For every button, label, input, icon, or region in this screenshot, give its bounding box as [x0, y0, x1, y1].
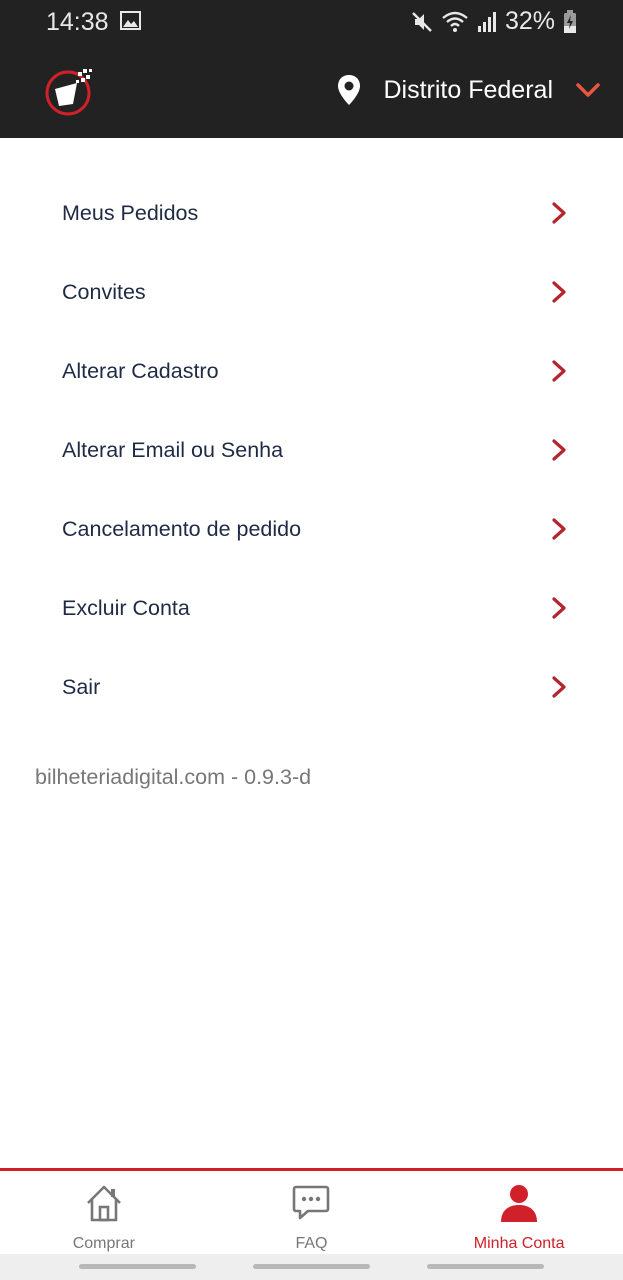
chevron-right-icon	[552, 518, 566, 540]
wifi-icon	[442, 11, 468, 32]
status-time: 14:38	[46, 8, 109, 36]
menu-item-label: Convites	[62, 280, 146, 304]
app-header: Distrito Federal	[0, 46, 623, 138]
location-pin-icon	[337, 75, 360, 105]
tab-faq[interactable]: FAQ	[208, 1171, 416, 1254]
chevron-right-icon	[552, 360, 566, 382]
nav-back-button[interactable]	[427, 1264, 544, 1269]
chevron-down-icon	[576, 83, 600, 97]
bottom-tab-bar: Comprar FAQ Minha Conta	[0, 1168, 623, 1254]
menu-item-label: Alterar Email ou Senha	[62, 438, 284, 462]
menu-item-label: Cancelamento de pedido	[62, 517, 302, 541]
home-icon	[86, 1185, 121, 1222]
logo[interactable]	[42, 66, 96, 116]
app-version: bilheteriadigital.com - 0.9.3-d	[35, 765, 312, 789]
gallery-icon	[120, 11, 141, 30]
nav-home-button[interactable]	[253, 1264, 370, 1269]
status-bar: 14:38 32%	[0, 0, 623, 46]
person-icon	[501, 1185, 538, 1222]
account-menu: Meus Pedidos Convites Alterar Cadastro A…	[0, 174, 623, 727]
tab-label: FAQ	[295, 1235, 328, 1252]
chat-icon	[293, 1185, 330, 1220]
battery-charging-icon	[564, 9, 576, 33]
menu-item-meus-pedidos[interactable]: Meus Pedidos	[0, 174, 623, 253]
tab-minha-conta[interactable]: Minha Conta	[415, 1171, 623, 1254]
menu-item-cancelamento-pedido[interactable]: Cancelamento de pedido	[0, 490, 623, 569]
tab-label: Minha Conta	[473, 1235, 565, 1252]
chevron-right-icon	[552, 676, 566, 698]
tab-label: Comprar	[72, 1235, 135, 1252]
chevron-right-icon	[552, 281, 566, 303]
menu-item-label: Sair	[62, 675, 101, 699]
menu-item-alterar-email-senha[interactable]: Alterar Email ou Senha	[0, 411, 623, 490]
menu-item-sair[interactable]: Sair	[0, 648, 623, 727]
location-label: Distrito Federal	[383, 75, 554, 104]
system-nav-bar	[0, 1254, 623, 1280]
menu-item-label: Excluir Conta	[62, 596, 190, 620]
menu-item-label: Meus Pedidos	[62, 201, 199, 225]
menu-item-label: Alterar Cadastro	[62, 359, 219, 383]
nav-recent-button[interactable]	[79, 1264, 196, 1269]
location-selector[interactable]: Distrito Federal	[336, 74, 602, 106]
status-indicators: 32%	[411, 7, 577, 36]
tab-comprar[interactable]: Comprar	[0, 1171, 208, 1254]
menu-item-alterar-cadastro[interactable]: Alterar Cadastro	[0, 332, 623, 411]
menu-item-convites[interactable]: Convites	[0, 253, 623, 332]
chevron-right-icon	[552, 597, 566, 619]
chevron-right-icon	[552, 439, 566, 461]
menu-item-excluir-conta[interactable]: Excluir Conta	[0, 569, 623, 648]
chevron-right-icon	[552, 202, 566, 224]
battery-percentage: 32%	[504, 7, 555, 35]
mute-icon	[412, 11, 432, 32]
signal-icon	[477, 11, 496, 32]
